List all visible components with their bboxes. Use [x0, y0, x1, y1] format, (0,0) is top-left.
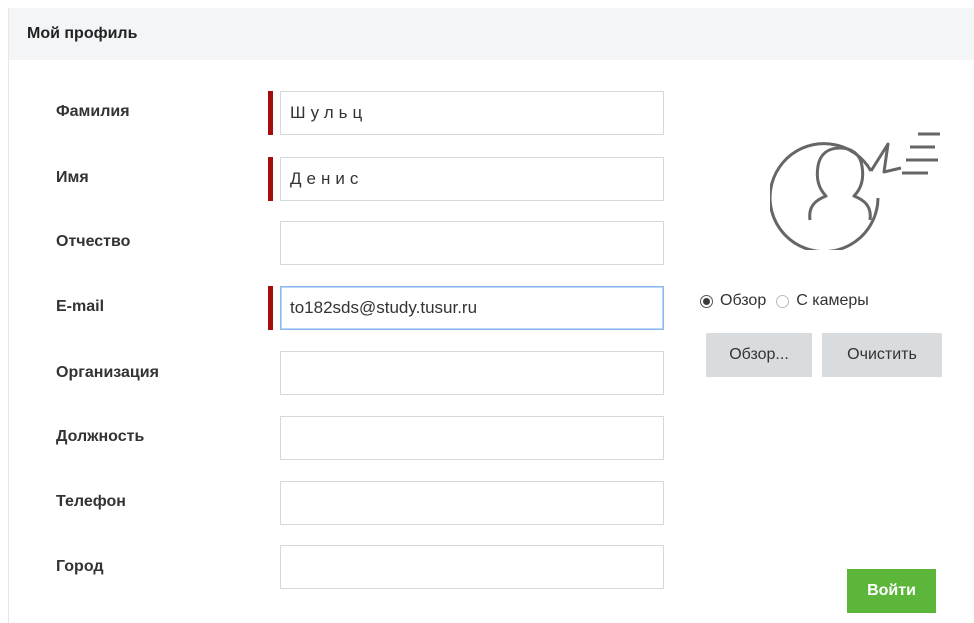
user-profile-icon — [770, 132, 940, 250]
required-marker — [268, 91, 273, 135]
label-patronymic: Отчество — [56, 233, 131, 250]
city-input[interactable] — [280, 545, 664, 589]
login-button[interactable]: Войти — [847, 569, 936, 613]
label-first-name: Имя — [56, 169, 89, 186]
radio-browse[interactable] — [700, 294, 713, 308]
required-marker — [268, 157, 273, 201]
page-title: Мой профиль — [27, 25, 138, 42]
patronymic-input[interactable] — [280, 221, 664, 265]
clear-button[interactable]: Очистить — [822, 333, 942, 377]
photo-source-options: Обзор С камеры — [700, 290, 879, 312]
label-email: E-mail — [56, 298, 105, 315]
position-input[interactable] — [280, 416, 664, 460]
panel-header: Мой профиль — [9, 8, 974, 60]
required-marker — [268, 286, 273, 330]
organization-input[interactable] — [280, 351, 664, 395]
label-surname: Фамилия — [56, 103, 130, 120]
radio-camera[interactable] — [776, 294, 790, 308]
first-name-input[interactable] — [280, 157, 664, 201]
surname-input[interactable] — [280, 91, 664, 135]
phone-input[interactable] — [280, 481, 664, 525]
radio-camera-label[interactable]: С камеры — [796, 292, 869, 310]
label-city: Город — [56, 558, 104, 575]
label-position: Должность — [56, 428, 145, 445]
radio-browse-label[interactable]: Обзор — [720, 292, 766, 310]
label-organization: Организация — [56, 364, 159, 381]
email-input[interactable] — [280, 286, 664, 330]
browse-button[interactable]: Обзор... — [706, 333, 812, 377]
label-phone: Телефон — [56, 493, 126, 510]
